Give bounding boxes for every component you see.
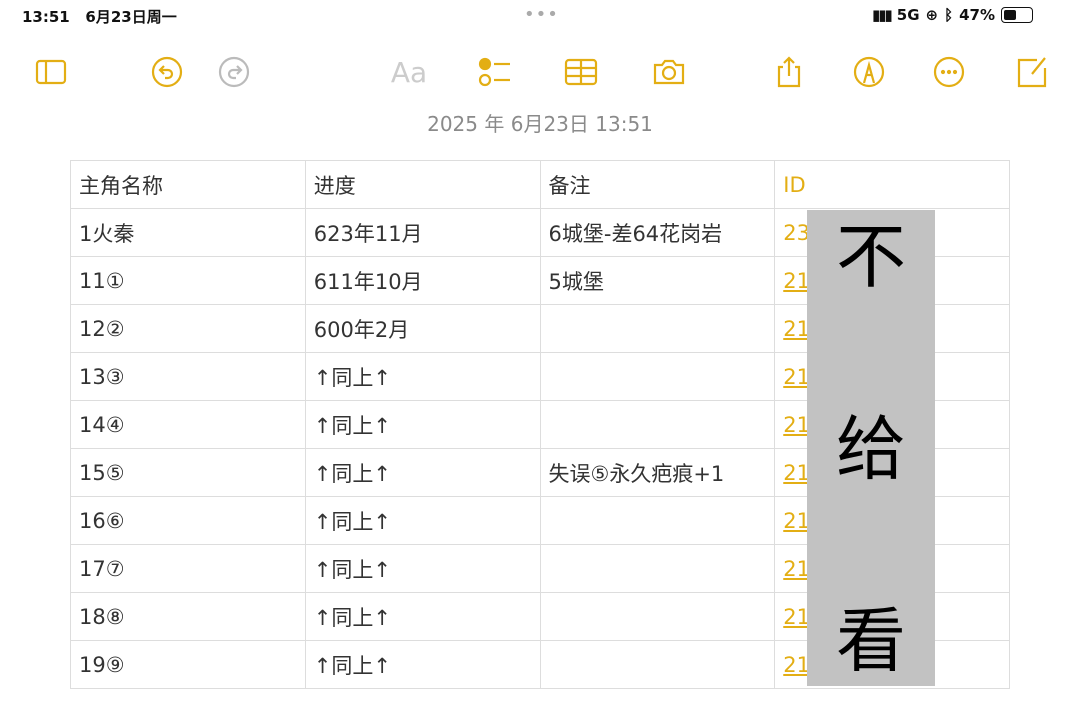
table-cell[interactable] — [539, 400, 776, 449]
table-cell[interactable]: 6城堡-差64花岗岩 — [539, 208, 776, 257]
id-link[interactable]: 21 — [783, 605, 810, 629]
table-cell[interactable]: 失误⑤永久疤痕+1 — [539, 448, 776, 497]
header-cell[interactable]: 进度 — [304, 160, 541, 209]
header-cell[interactable]: 备注 — [539, 160, 776, 209]
table-cell[interactable]: 623年11月 — [304, 208, 541, 257]
table-cell[interactable] — [539, 640, 776, 689]
id-link[interactable]: 23 — [783, 221, 810, 245]
status-indicators: ▮▮▮ 5G ⊕ ᛒ 47% — [872, 6, 1034, 24]
id-link[interactable]: 21 — [783, 653, 810, 677]
table-cell[interactable] — [539, 544, 776, 593]
id-link[interactable]: 21 — [783, 317, 810, 341]
camera-icon[interactable] — [650, 54, 688, 90]
markup-icon[interactable] — [850, 54, 888, 90]
status-time-date: 13:51 6月23日周一 — [22, 8, 177, 26]
id-link[interactable]: 21 — [783, 509, 810, 533]
table-cell[interactable]: 19⑨ — [70, 640, 306, 689]
table-cell[interactable]: ↑同上↑ — [304, 448, 541, 497]
table-cell[interactable]: 15⑤ — [70, 448, 306, 497]
table-cell[interactable] — [539, 304, 776, 353]
header-cell[interactable]: 主角名称 — [70, 160, 306, 209]
table-cell[interactable]: ↑同上↑ — [304, 592, 541, 641]
header-cell[interactable]: ID — [774, 160, 1010, 209]
overlay-char: 不 — [836, 216, 906, 298]
sidebar-icon[interactable] — [32, 54, 70, 90]
redaction-overlay: 不 给 看 — [807, 210, 935, 686]
id-link[interactable]: 21 — [783, 413, 810, 437]
id-link[interactable]: 21 — [783, 269, 810, 293]
battery-icon — [1001, 7, 1034, 23]
table-cell[interactable]: 16⑥ — [70, 496, 306, 545]
table-cell[interactable] — [539, 592, 776, 641]
note-timestamp: 2025 年 6月23日 13:51 — [427, 112, 653, 136]
table-cell[interactable]: ↑同上↑ — [304, 400, 541, 449]
more-icon[interactable] — [930, 54, 968, 90]
table-cell[interactable]: ↑同上↑ — [304, 496, 541, 545]
table-cell[interactable]: 5城堡 — [539, 256, 776, 305]
table-cell[interactable]: 14④ — [70, 400, 306, 449]
rotation-lock-icon: ⊕ — [925, 6, 939, 24]
table-cell[interactable] — [539, 352, 776, 401]
table-cell[interactable]: 12② — [70, 304, 306, 353]
table-cell[interactable]: 600年2月 — [304, 304, 541, 353]
table-cell[interactable]: 17⑦ — [70, 544, 306, 593]
table-cell[interactable] — [539, 496, 776, 545]
table-cell[interactable]: ↑同上↑ — [304, 640, 541, 689]
overlay-char: 看 — [836, 600, 906, 682]
table-cell[interactable]: 1火秦 — [70, 208, 306, 257]
checklist-icon[interactable] — [476, 54, 514, 90]
table-cell[interactable]: ↑同上↑ — [304, 544, 541, 593]
undo-icon[interactable] — [148, 54, 186, 90]
format-icon[interactable]: Aa — [390, 54, 428, 90]
id-link[interactable]: 21 — [783, 461, 810, 485]
table-header-row: 主角名称 进度 备注 ID — [70, 160, 1010, 209]
redo-icon[interactable] — [215, 54, 253, 90]
id-link[interactable]: 21 — [783, 365, 810, 389]
table-cell[interactable]: 13③ — [70, 352, 306, 401]
compose-icon[interactable] — [1013, 54, 1051, 90]
table-icon[interactable] — [562, 54, 600, 90]
multitask-dots[interactable]: ••• — [524, 4, 559, 25]
table-cell[interactable]: 18⑧ — [70, 592, 306, 641]
bluetooth-icon: ᛒ — [944, 6, 954, 24]
table-cell[interactable]: ↑同上↑ — [304, 352, 541, 401]
id-link[interactable]: 21 — [783, 557, 810, 581]
share-icon[interactable] — [770, 54, 808, 90]
signal-icon: ▮▮▮ — [872, 6, 893, 24]
table-cell[interactable]: 611年10月 — [304, 256, 541, 305]
overlay-char: 给 — [836, 408, 906, 490]
table-cell[interactable]: 11① — [70, 256, 306, 305]
